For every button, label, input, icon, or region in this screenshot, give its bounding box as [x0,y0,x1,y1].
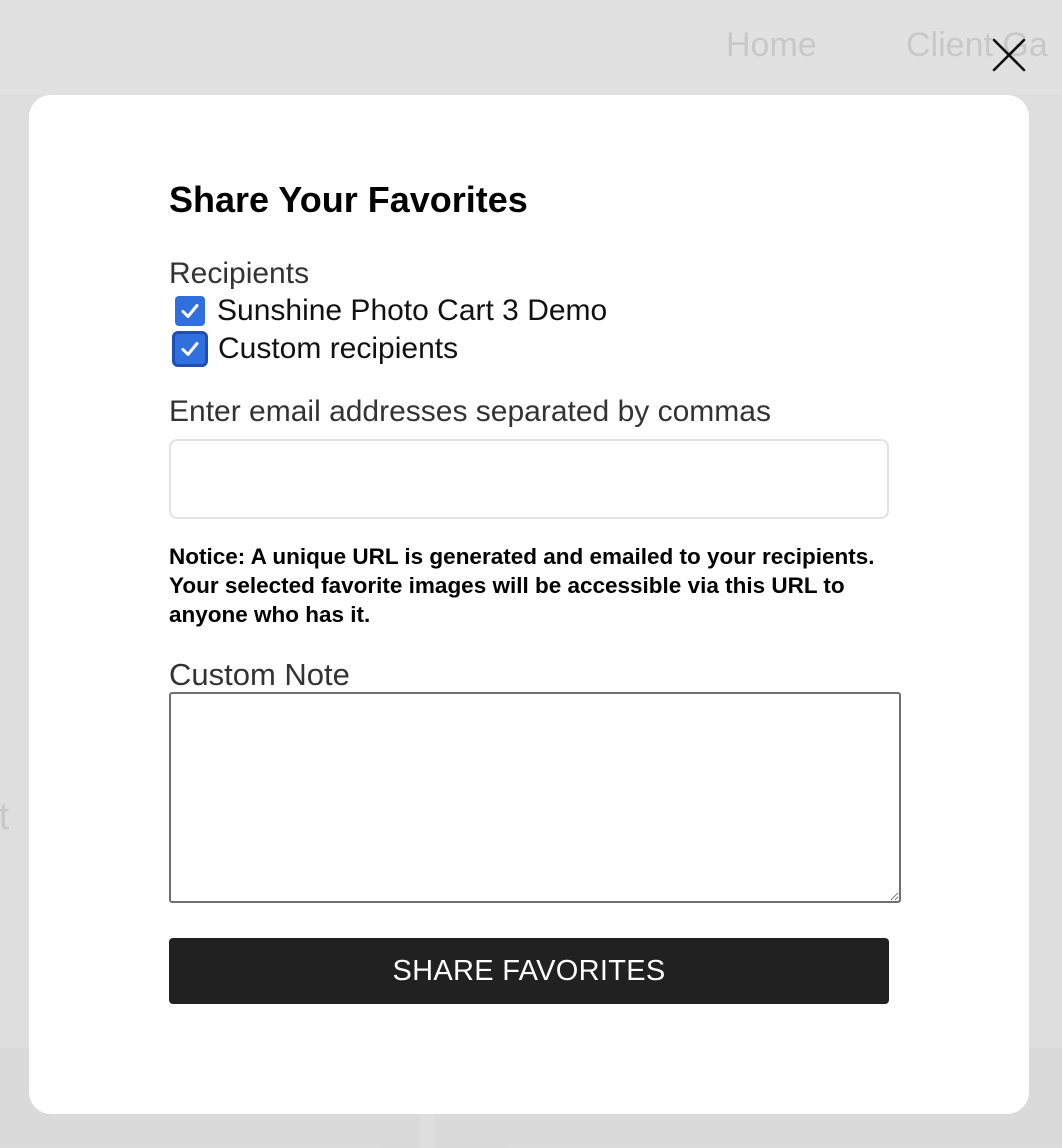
email-field[interactable] [169,439,889,519]
recipient-checkbox-custom[interactable] [172,331,208,367]
share-favorites-modal: Share Your Favorites Recipients Sunshine… [29,95,1029,1114]
close-button[interactable] [990,36,1028,74]
check-icon [181,342,199,356]
check-icon [181,304,199,318]
share-favorites-button[interactable]: SHARE FAVORITES [169,938,889,1004]
recipient-option-custom[interactable]: Custom recipients [169,331,458,367]
recipient-label-custom: Custom recipients [218,332,459,365]
custom-note-textarea[interactable] [169,692,901,903]
close-icon [992,38,1026,72]
email-field-label: Enter email addresses separated by comma… [169,395,771,428]
recipient-label-demo: Sunshine Photo Cart 3 Demo [217,294,608,327]
modal-title: Share Your Favorites [169,179,528,220]
share-notice: Notice: A unique URL is generated and em… [169,544,875,627]
recipients-label: Recipients [169,257,310,290]
custom-note-label: Custom Note [169,657,350,692]
recipient-checkbox-demo[interactable] [175,296,205,326]
recipient-option-demo[interactable]: Sunshine Photo Cart 3 Demo [169,293,607,329]
